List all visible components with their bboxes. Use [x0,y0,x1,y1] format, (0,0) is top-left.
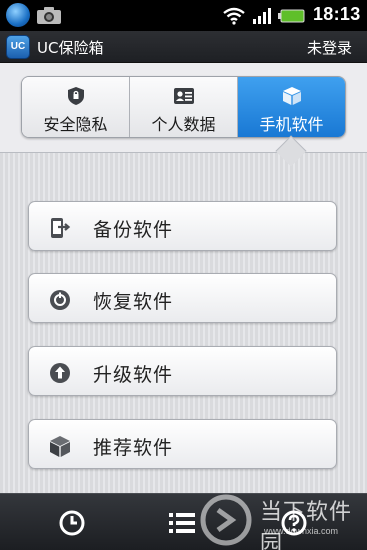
tab-bar: 安全隐私 个人数据 手机软件 [21,76,346,138]
battery-icon [278,9,305,23]
shield-icon [67,87,84,105]
status-bar: 18:13 [0,0,367,31]
list-menu-icon[interactable] [167,508,197,538]
tab-security-privacy[interactable]: 安全隐私 [22,77,130,137]
upgrade-software-button[interactable]: 升级软件 [28,346,337,396]
tab-label: 个人数据 [151,115,216,134]
button-label: 升级软件 [93,364,174,386]
watermark-url: www.downxia.com [264,526,339,536]
upgrade-arrow-icon [50,363,70,383]
app-badge-icon [6,3,30,27]
signal-icon [253,8,271,24]
contact-card-icon [173,88,194,104]
package-box-icon [282,87,301,105]
tab-strip: 安全隐私 个人数据 手机软件 [0,63,367,153]
recommend-box-icon [50,436,70,457]
backup-phone-icon [51,218,71,238]
backup-software-button[interactable]: 备份软件 [28,201,337,251]
main-content: 安全隐私 个人数据 手机软件 备份软件 恢复软件 升级软件 推荐软件 [0,63,367,493]
restore-circle-icon [50,290,70,310]
button-label: 推荐软件 [93,437,174,459]
status-clock: 18:13 [313,4,361,24]
button-label: 备份软件 [93,219,174,241]
tab-personal-data[interactable]: 个人数据 [130,77,238,137]
watermark: 当下软件园 www.downxia.com [198,490,367,550]
app-title: UC保险箱 [37,39,104,57]
restore-software-button[interactable]: 恢复软件 [28,273,337,323]
button-label: 恢复软件 [93,291,174,313]
uc-logo-icon: UC [6,35,30,59]
tab-label: 手机软件 [259,115,324,134]
watermark-logo-icon [200,494,252,546]
tab-phone-software[interactable]: 手机软件 [238,77,345,137]
clock-icon[interactable] [57,508,87,538]
recommend-software-button[interactable]: 推荐软件 [28,419,337,469]
camera-icon [37,7,61,24]
tab-label: 安全隐私 [43,115,108,134]
title-bar: UC UC保险箱 未登录 [0,31,367,63]
watermark-name: 当下软件园 [260,500,353,550]
login-button[interactable]: 未登录 [307,37,352,58]
wifi-icon [223,7,245,25]
